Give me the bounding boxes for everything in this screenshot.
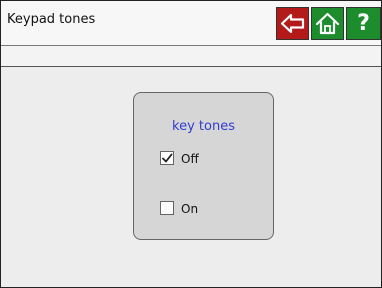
subheader-strip xyxy=(1,46,381,67)
panel-title: key tones xyxy=(172,119,235,134)
help-button[interactable]: ? xyxy=(346,7,381,40)
home-icon xyxy=(315,12,340,35)
on-label: On xyxy=(181,202,199,216)
home-button[interactable] xyxy=(311,7,344,40)
off-checkbox[interactable] xyxy=(160,151,174,165)
off-label: Off xyxy=(181,152,199,166)
key-tones-panel: key tones Off On xyxy=(133,92,274,240)
header-bar: Keypad tones ? xyxy=(1,1,381,46)
page-title: Keypad tones xyxy=(7,12,96,27)
on-checkbox[interactable] xyxy=(160,201,174,215)
keypad-tones-screen: Keypad tones ? key tones Off On xyxy=(0,0,382,288)
back-arrow-icon xyxy=(280,13,305,34)
back-button[interactable] xyxy=(276,7,309,40)
help-icon: ? xyxy=(357,11,370,36)
checkmark-icon xyxy=(162,153,173,163)
